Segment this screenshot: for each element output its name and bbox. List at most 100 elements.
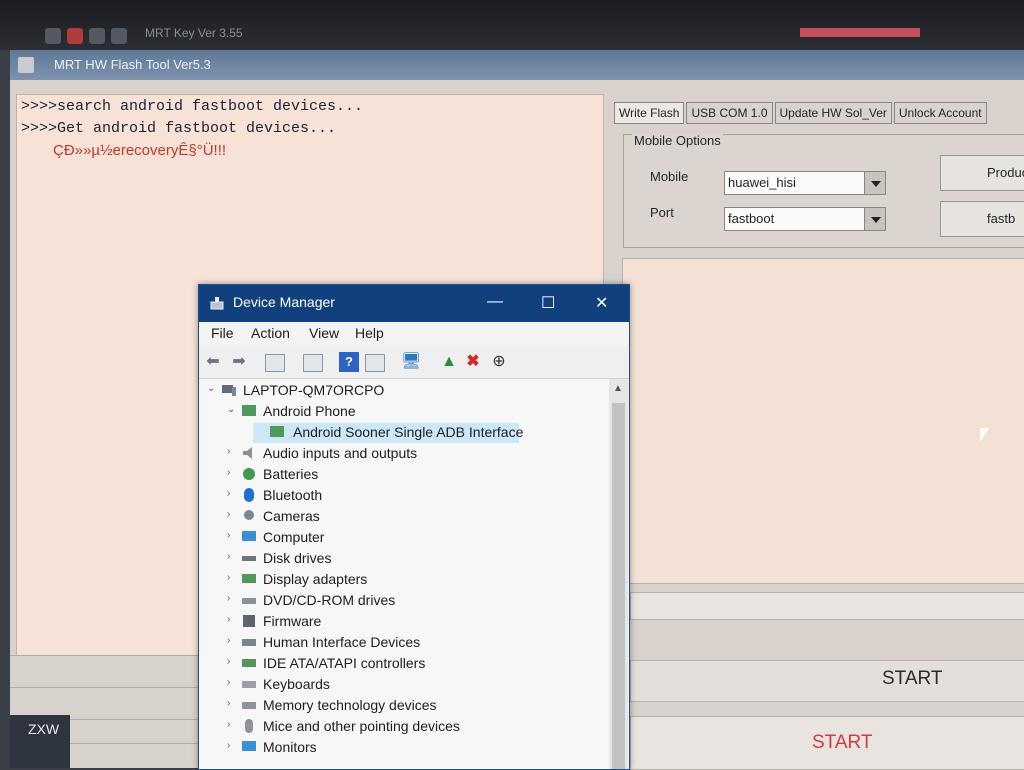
chevron-right-icon[interactable]: ›	[227, 698, 230, 709]
tree-item-keyboards[interactable]: › Keyboards	[227, 675, 557, 695]
monitor-scan-icon[interactable]: 🖥	[401, 352, 421, 372]
port-select[interactable]: fastboot	[724, 207, 886, 231]
tab-update-hw-sol-ver[interactable]: Update HW Sol_Ver	[774, 102, 892, 124]
chevron-right-icon[interactable]: ›	[227, 551, 230, 562]
tree-item-computer[interactable]: › Computer	[227, 528, 557, 548]
tree-item-dvd-drives[interactable]: › DVD/CD-ROM drives	[227, 591, 557, 611]
chevron-right-icon[interactable]: ›	[227, 467, 230, 478]
chevron-right-icon[interactable]: ›	[227, 614, 230, 625]
chevron-right-icon[interactable]: ›	[227, 719, 230, 730]
chevron-right-icon[interactable]: ›	[227, 446, 230, 457]
window-title: Device Manager	[233, 294, 335, 310]
chevron-right-icon[interactable]: ›	[227, 530, 230, 541]
start-button-red[interactable]: START	[812, 732, 873, 754]
app-icon[interactable]	[89, 28, 105, 44]
menu-action[interactable]: Action	[251, 325, 290, 341]
tab-unlock-account[interactable]: Unlock Account	[893, 102, 987, 124]
tree-root[interactable]: ⌄ LAPTOP-QM7ORCPO	[207, 381, 567, 401]
tree-item-hid[interactable]: › Human Interface Devices	[227, 633, 557, 653]
menu-file[interactable]: File	[211, 325, 234, 341]
chevron-down-icon[interactable]: ⌄	[227, 404, 235, 415]
action-pane-icon[interactable]	[365, 354, 385, 372]
device-label: Android Sooner Single ADB Interface	[293, 424, 524, 440]
log-line: >>>>search android fastboot devices...	[21, 98, 364, 115]
tree-item-mice[interactable]: › Mice and other pointing devices	[227, 717, 587, 737]
mobile-label: Mobile	[650, 169, 689, 184]
group-legend: Mobile Options	[632, 133, 723, 148]
chevron-right-icon[interactable]: ›	[227, 572, 230, 583]
product-button[interactable]: Produc	[940, 155, 1024, 191]
forward-arrow-icon[interactable]: ➡	[229, 352, 249, 372]
taskbar-app-mrt-key[interactable]: MRT Key Ver 3.55	[145, 26, 285, 46]
device-tree[interactable]: ⌄ LAPTOP-QM7ORCPO ⌄ Android Phone Androi…	[199, 379, 609, 769]
menu-help[interactable]: Help	[355, 325, 384, 341]
chevron-right-icon[interactable]: ›	[227, 593, 230, 604]
update-driver-icon[interactable]: ▲	[439, 352, 459, 372]
menu-view[interactable]: View	[309, 325, 339, 341]
properties-icon[interactable]	[265, 354, 285, 372]
chevron-right-icon[interactable]: ›	[227, 635, 230, 646]
dvd-drive-icon	[242, 598, 256, 604]
ide-controller-icon	[242, 659, 256, 667]
tree-item-disk-drives[interactable]: › Disk drives	[227, 549, 557, 569]
desktop-taskbar: MRT Key Ver 3.55	[0, 0, 1024, 50]
tree-item-adb-interface[interactable]: Android Sooner Single ADB Interface	[253, 423, 523, 443]
app-icon[interactable]	[45, 28, 61, 44]
tree-item-android-phone[interactable]: ⌄ Android Phone	[227, 402, 527, 422]
mrt-title-bar: MRT HW Flash Tool Ver5.3	[10, 50, 1024, 80]
tree-item-firmware[interactable]: › Firmware	[227, 612, 557, 632]
zxw-label-panel: ZXW	[10, 715, 70, 768]
battery-icon	[243, 468, 255, 480]
chevron-down-icon[interactable]	[864, 208, 885, 230]
chevron-down-icon[interactable]: ⌄	[207, 383, 215, 394]
info-panel	[622, 258, 1024, 584]
firmware-icon	[243, 615, 255, 627]
display-adapter-icon	[242, 574, 256, 583]
taskbar-indicator	[800, 28, 920, 37]
help-icon[interactable]: ?	[339, 352, 359, 372]
start-row	[630, 660, 1024, 702]
fastboot-button[interactable]: fastb	[940, 201, 1024, 237]
tree-item-ide-controllers[interactable]: › IDE ATA/ATAPI controllers	[227, 654, 557, 674]
tree-item-display-adapters[interactable]: › Display adapters	[227, 570, 557, 590]
start-button[interactable]: START	[882, 668, 943, 690]
menu-bar: File Action View Help	[199, 322, 629, 346]
tree-item-cameras[interactable]: › Cameras	[227, 507, 557, 527]
minimize-button[interactable]: —	[467, 285, 521, 322]
maximize-button[interactable]: ☐	[521, 285, 575, 322]
keyboard-icon	[242, 681, 256, 688]
tab-usb-com[interactable]: USB COM 1.0	[686, 102, 773, 124]
chevron-right-icon[interactable]: ›	[227, 656, 230, 667]
download-circle-icon[interactable]: ⊕	[489, 352, 509, 372]
scrollbar-thumb[interactable]	[612, 403, 625, 769]
tree-item-memory-technology[interactable]: › Memory technology devices	[227, 696, 557, 716]
chevron-right-icon[interactable]: ›	[227, 740, 230, 751]
list-view-icon[interactable]	[303, 354, 323, 372]
app-icon[interactable]	[67, 28, 83, 44]
chevron-right-icon[interactable]: ›	[227, 488, 230, 499]
back-arrow-icon[interactable]: ⬅	[203, 352, 223, 372]
chevron-right-icon[interactable]: ›	[227, 677, 230, 688]
uninstall-x-icon[interactable]: ✖	[463, 352, 483, 372]
tree-item-batteries[interactable]: › Batteries	[227, 465, 557, 485]
camera-icon	[244, 510, 254, 520]
tree-item-monitors[interactable]: › Monitors	[227, 738, 557, 758]
fastboot-button-label: fastb	[987, 211, 1016, 226]
close-button[interactable]: ✕	[575, 285, 629, 322]
mobile-select-value: huawei_hisi	[728, 175, 796, 190]
vertical-scrollbar[interactable]: ▲	[609, 379, 628, 769]
mobile-select[interactable]: huawei_hisi	[724, 171, 886, 195]
chevron-right-icon[interactable]: ›	[227, 509, 230, 520]
tree-item-bluetooth[interactable]: › Bluetooth	[227, 486, 557, 506]
adb-device-icon	[270, 426, 284, 437]
disk-drive-icon	[242, 556, 256, 561]
product-button-label: Produc	[987, 165, 1024, 180]
device-manager-title-bar[interactable]: Device Manager — ☐ ✕	[199, 285, 629, 322]
tree-item-audio[interactable]: › Audio inputs and outputs	[227, 444, 557, 464]
tab-write-flash[interactable]: Write Flash	[614, 102, 685, 124]
bluetooth-icon	[244, 488, 254, 502]
tab-bar: Write Flash USB COM 1.0 Update HW Sol_Ve…	[614, 102, 989, 124]
chevron-down-icon[interactable]	[864, 172, 885, 194]
scroll-up-icon[interactable]: ▲	[613, 383, 623, 394]
app-icon[interactable]	[111, 28, 127, 44]
